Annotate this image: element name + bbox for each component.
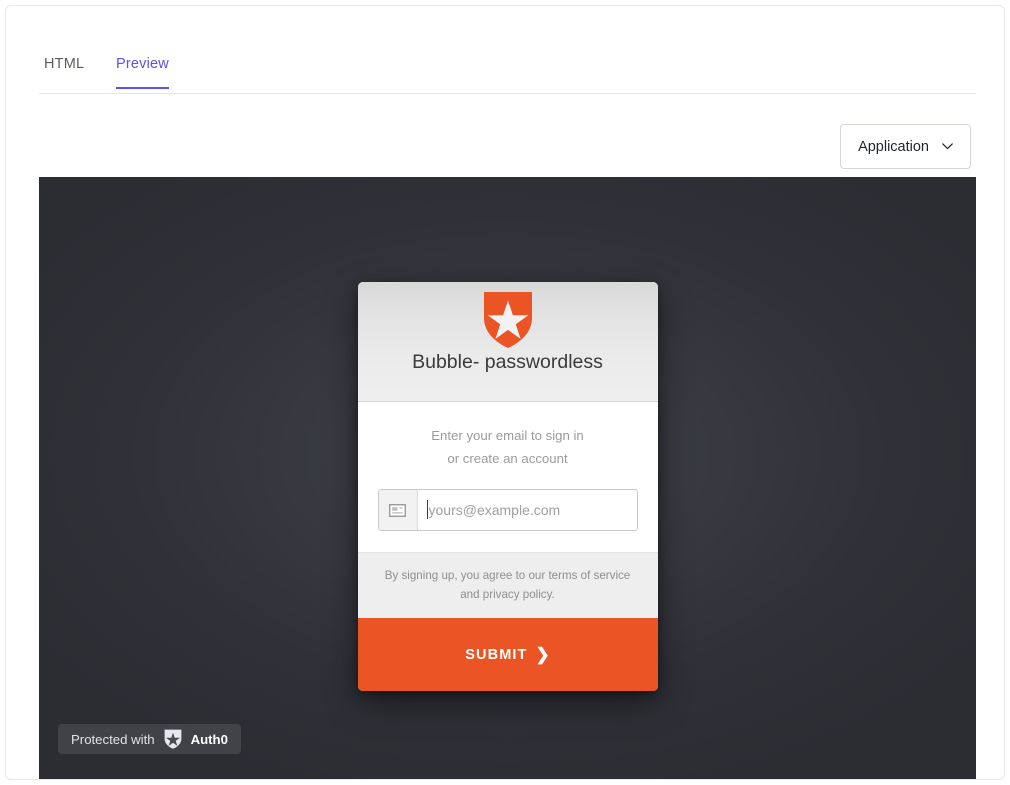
widget-title: Bubble- passwordless [412,351,603,373]
preview-panel: HTML Preview Application Bubble- passwor [5,5,1005,780]
auth0-shield-badge-icon [164,729,182,749]
email-field[interactable] [377,489,638,532]
tab-bar: HTML Preview [39,48,976,94]
widget-instructions: Enter your email to sign in or create an… [378,424,638,470]
email-input[interactable] [426,502,637,519]
chevron-right-icon: ❯ [535,644,550,664]
terms-text: By signing up, you agree to our terms of… [357,552,658,619]
chevron-down-icon [942,143,953,150]
widget-header: Bubble- passwordless [357,282,658,402]
auth0-shield-logo-icon [482,291,534,349]
submit-button[interactable]: SUBMIT ❯ [357,618,658,692]
application-dropdown-label: Application [858,138,929,155]
auth0-lock-widget: Bubble- passwordless Enter your email to… [357,282,658,692]
protected-with-auth0-badge: Protected with Auth0 [58,724,241,754]
preview-stage: Bubble- passwordless Enter your email to… [39,177,976,779]
email-card-icon [378,490,418,531]
submit-button-label: SUBMIT [465,646,528,663]
email-input-wrap[interactable] [418,490,637,530]
widget-body: Enter your email to sign in or create an… [357,402,658,553]
text-caret [426,500,428,520]
tab-html-label: HTML [44,56,85,72]
instructions-line-1: Enter your email to sign in [431,428,584,443]
badge-brand: Auth0 [190,731,228,747]
badge-text: Protected with [71,731,155,747]
instructions-line-2: or create an account [447,451,568,467]
application-dropdown[interactable]: Application [840,124,971,169]
tab-html[interactable]: HTML [44,56,84,87]
tab-preview-label: Preview [116,56,169,72]
tab-preview[interactable]: Preview [116,56,169,89]
